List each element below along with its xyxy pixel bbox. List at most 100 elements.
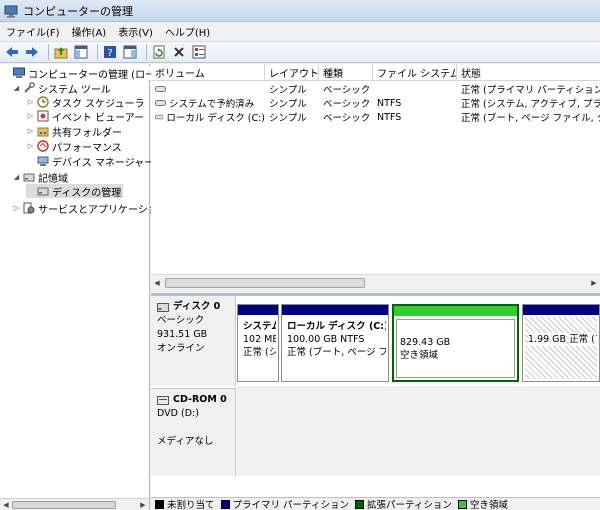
expand-icon[interactable]: ▷ [26, 112, 35, 120]
partition-local-disk-c[interactable]: ローカル ディスク (C:) 100.00 GB NTFS 正常 (ブート, ペ… [281, 304, 389, 382]
collapse-icon[interactable]: ◢ [12, 84, 21, 92]
expand-icon[interactable]: ▷ [26, 98, 35, 106]
menu-help[interactable]: ヘルプ(H) [165, 24, 210, 39]
legend-swatch [155, 499, 164, 509]
menu-action[interactable]: 操作(A) [72, 24, 107, 39]
shared-folder-icon [37, 127, 49, 137]
primary-partition-bar [282, 305, 388, 315]
menu-view[interactable]: 表示(V) [118, 24, 153, 39]
scroll-thumb[interactable] [165, 278, 365, 288]
cdrom-0-label[interactable]: CD-ROM 0 DVD (D:) メディアなし [151, 388, 236, 476]
volume-type: ベーシック [323, 113, 371, 124]
tree-item-device-manager[interactable]: デバイス マネージャー [26, 154, 155, 169]
tree-item-system-tools[interactable]: ◢ システム ツール [12, 81, 111, 96]
scroll-left-icon[interactable]: ◀ [151, 277, 163, 289]
disk-0-label[interactable]: ディスク 0 ベーシック 931.51 GB オンライン [151, 296, 236, 386]
tree-item-performance[interactable]: ▷ パフォーマンス [26, 139, 122, 154]
help-button[interactable]: ? [102, 44, 118, 60]
table-row[interactable]: ローカル ディスク (C:) シンプル ベーシック NTFS 正常 (ブート, … [151, 110, 600, 124]
refresh-button[interactable] [151, 44, 167, 60]
menu-file[interactable]: ファイル(F) [6, 24, 60, 39]
tree-item-task-scheduler[interactable]: ▷ タスク スケジューラ [26, 95, 144, 110]
device-manager-icon [37, 156, 49, 166]
help-icon: ? [104, 46, 116, 59]
volume-layout: シンプル [269, 85, 307, 96]
partition-size: 102 MB [243, 334, 276, 345]
table-row[interactable]: シンプル ベーシック 正常 (プライマリ パーティション) [151, 82, 600, 96]
disk-icon [157, 302, 169, 312]
legend-swatch [457, 499, 467, 509]
window-title: コンピューターの管理 [23, 4, 133, 18]
partition-title [400, 323, 514, 336]
collapse-icon[interactable]: ◢ [12, 173, 21, 181]
expand-icon[interactable]: ▷ [26, 127, 35, 135]
back-arrow-icon [6, 47, 18, 57]
back-button[interactable] [4, 44, 20, 60]
computer-management-icon [4, 5, 18, 17]
storage-icon [23, 173, 35, 182]
volume-name: システムで予約済み [169, 99, 255, 110]
toolbar-separator [146, 44, 147, 60]
refresh-icon [153, 45, 165, 59]
expand-icon[interactable]: ▷ [26, 142, 35, 150]
tools-icon [24, 82, 35, 93]
volume-layout: シンプル [269, 99, 307, 110]
tree-label: 共有フォルダー [52, 127, 122, 139]
show-hide-tree-button[interactable] [73, 44, 89, 60]
free-space-region[interactable]: 829.43 GB 空き領域 [392, 304, 519, 382]
cdrom-icon [157, 395, 169, 405]
delete-button[interactable] [171, 44, 187, 60]
tree-item-storage[interactable]: ◢ 記憶域 [12, 170, 68, 185]
properties-button[interactable] [191, 44, 207, 60]
close-x-icon [174, 47, 184, 57]
cdrom-status: メディアなし [157, 436, 214, 447]
legend-label: プライマリ パーティション [232, 500, 349, 510]
legend-item-extended: 拡張パーティション [354, 497, 452, 510]
partition-status: 正常 (シ [243, 347, 276, 358]
menu-bar: ファイル(F) 操作(A) 表示(V) ヘルプ(H) [0, 22, 600, 41]
scroll-left-icon[interactable]: ◀ [0, 499, 12, 510]
legend-bar: 未割り当て プライマリ パーティション 拡張パーティション 空き領域 [151, 497, 600, 510]
legend-swatch [220, 499, 230, 509]
partition-size: 1.99 GB [528, 333, 567, 346]
tree-item-services-applications[interactable]: ▷ サービスとアプリケーション [12, 201, 168, 216]
table-row[interactable]: システムで予約済み シンプル ベーシック NTFS 正常 (システム, アクティ… [151, 96, 600, 110]
volume-icon [155, 86, 166, 92]
tree-item-event-viewer[interactable]: ▷ イベント ビューアー [26, 109, 144, 124]
partition-system-reserved[interactable]: システム 102 MB 正常 (シ [237, 304, 279, 382]
cdrom-name: CD-ROM 0 [173, 394, 227, 405]
forward-button[interactable] [24, 44, 40, 60]
primary-partition-bar [523, 305, 599, 315]
toolbar-separator [48, 44, 49, 60]
column-header-layout[interactable]: レイアウト [265, 64, 319, 81]
volume-filesystem [373, 82, 457, 96]
scroll-thumb[interactable] [12, 501, 116, 509]
column-header-type[interactable]: 種類 [319, 64, 373, 81]
column-header-filesystem[interactable]: ファイル システム [373, 64, 457, 81]
volume-type: ベーシック [323, 99, 371, 110]
legend-label: 空き領域 [469, 500, 508, 510]
scroll-right-icon[interactable]: ▶ [588, 277, 600, 289]
volume-list-header: ボリューム レイアウト 種類 ファイル システム 状態 [151, 64, 600, 81]
volume-horizontal-scrollbar[interactable]: ◀ ▶ [151, 274, 600, 290]
disk-graphical-pane: ディスク 0 ベーシック 931.51 GB オンライン システム 102 MB… [151, 293, 600, 497]
expand-icon[interactable]: ▷ [12, 204, 21, 212]
tree-item-shared-folders[interactable]: ▷ 共有フォルダー [26, 124, 122, 139]
tree-horizontal-scrollbar[interactable]: ◀ ▶ [0, 498, 149, 510]
tree-label: パフォーマンス [52, 142, 122, 154]
partition-title [528, 320, 597, 333]
disk-name: ディスク 0 [173, 301, 221, 312]
up-level-button[interactable] [53, 44, 69, 60]
folder-up-icon [54, 47, 68, 59]
legend-item-primary: プライマリ パーティション [220, 497, 349, 510]
partition-recovery[interactable]: 1.99 GB 正常 (プライマ [522, 304, 600, 382]
tree-item-disk-management[interactable]: ディスクの管理 [26, 184, 124, 199]
legend-item-unallocated: 未割り当て [155, 497, 215, 510]
disk-size: 931.51 GB [157, 329, 208, 340]
column-header-volume[interactable]: ボリューム [151, 64, 265, 81]
performance-icon [37, 140, 49, 152]
scroll-right-icon[interactable]: ▶ [137, 499, 149, 510]
column-header-status[interactable]: 状態 [457, 64, 600, 81]
tree-label: デバイス マネージャー [52, 157, 155, 169]
show-action-pane-button[interactable] [122, 44, 138, 60]
